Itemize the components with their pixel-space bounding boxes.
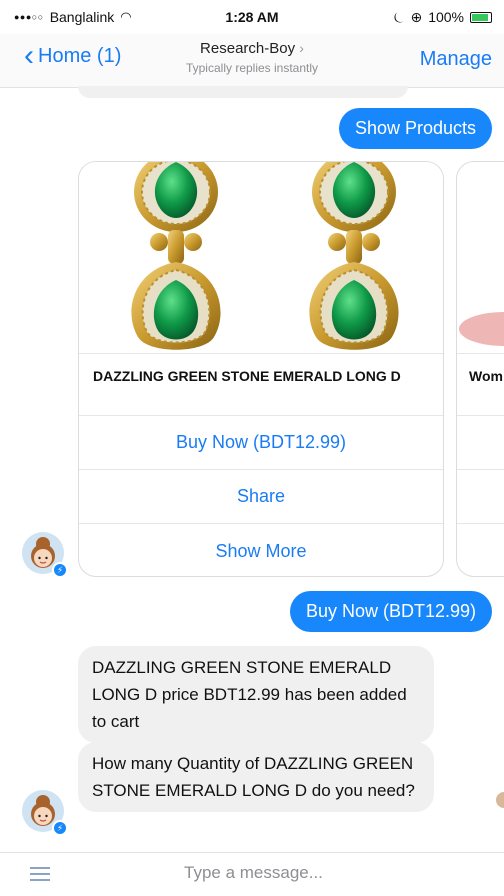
read-receipt-avatar (496, 792, 504, 808)
product-title-next: Wom (457, 354, 504, 416)
status-bar: ●●●○○ Banglalink ◠ 1:28 AM ⏾ ⊕ 100% (0, 0, 504, 34)
carrier-name: Banglalink (49, 9, 115, 25)
message-composer (0, 852, 504, 896)
orientation-lock-icon: ⊕ (410, 8, 423, 25)
previous-message-bubble (78, 86, 408, 98)
show-more-button[interactable]: Show More (79, 524, 443, 576)
outgoing-message-buy-now: Buy Now (BDT12.99) (289, 591, 492, 632)
battery-percent: 100% (428, 9, 464, 25)
chevron-right-icon: › (299, 40, 304, 56)
incoming-message-added-to-cart: DAZZLING GREEN STONE EMERALD LONG D pric… (78, 646, 434, 743)
manage-button[interactable]: Manage (420, 48, 492, 71)
emerald-earrings-image (131, 162, 399, 350)
chat-thread[interactable]: Show Products DAZZLING GREEN STONE EMERA… (0, 86, 504, 848)
battery-icon (470, 11, 492, 23)
message-input[interactable] (184, 863, 484, 883)
messenger-badge-icon-2: ⚡ (52, 820, 68, 836)
product-image-next-shape (459, 312, 504, 346)
outgoing-message-show-products: Show Products (338, 108, 492, 149)
menu-icon[interactable] (30, 867, 50, 881)
alarm-icon: ⏾ (393, 8, 405, 25)
product-title: DAZZLING GREEN STONE EMERALD LONG D (79, 354, 443, 416)
wifi-icon: ◠ (120, 9, 132, 24)
incoming-message-quantity: How many Quantity of DAZZLING GREEN STON… (78, 742, 434, 812)
signal-icon: ●●●○○ (14, 12, 44, 22)
buy-now-button[interactable]: Buy Now (BDT12.99) (79, 416, 443, 470)
bot-avatar-2[interactable]: ⚡ (22, 790, 68, 836)
product-card-next[interactable]: Wom (456, 161, 504, 577)
status-right: ⏾ ⊕ 100% (393, 9, 492, 26)
product-button-next-3[interactable] (457, 524, 504, 576)
nav-bar: ‹ Home (1) Research-Boy › Typically repl… (0, 34, 504, 88)
product-card: DAZZLING GREEN STONE EMERALD LONG D Buy … (78, 161, 444, 577)
status-left: ●●●○○ Banglalink ◠ (14, 9, 132, 25)
messenger-badge-icon: ⚡ (52, 562, 68, 578)
messenger-screen: ●●●○○ Banglalink ◠ 1:28 AM ⏾ ⊕ 100% ‹ Ho… (0, 0, 504, 896)
conversation-name: Research-Boy (200, 40, 296, 57)
product-button-next-1[interactable] (457, 416, 504, 470)
product-button-next-2[interactable] (457, 470, 504, 524)
bot-avatar[interactable]: ⚡ (22, 532, 68, 578)
product-image (79, 162, 443, 354)
product-image-next (457, 162, 504, 354)
share-button[interactable]: Share (79, 470, 443, 524)
